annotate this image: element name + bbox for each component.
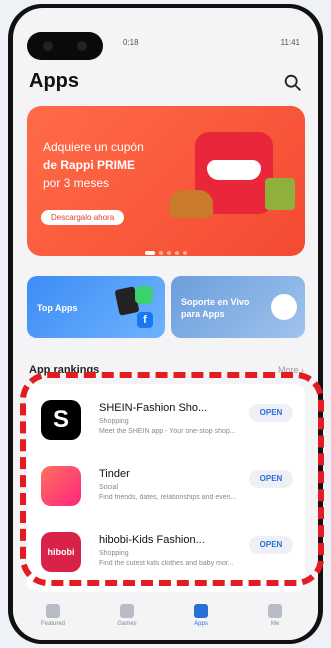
tab-apps[interactable]: Apps: [171, 604, 231, 627]
search-icon[interactable]: [282, 72, 304, 94]
tab-label: Apps: [194, 621, 208, 627]
promo-banner[interactable]: Adquiere un cupón de Rappi PRIME por 3 m…: [27, 106, 305, 256]
tab-label: Featured: [40, 621, 65, 627]
bottom-tab-bar: Featured Games Apps Me: [13, 600, 318, 640]
top-apps-card[interactable]: Top Apps f: [27, 276, 165, 338]
top-apps-label: Top Apps: [37, 303, 78, 313]
games-icon: [120, 604, 134, 618]
tab-featured[interactable]: Featured: [23, 604, 83, 627]
status-left: 0:18: [123, 38, 139, 47]
featured-icon: [46, 604, 60, 618]
basket-illustration: [265, 178, 295, 210]
burger-illustration: [169, 190, 213, 218]
support-card[interactable]: Soporte en Vivo para Apps: [171, 276, 305, 338]
chat-icon: [135, 286, 153, 304]
tab-me[interactable]: Me: [245, 604, 305, 627]
tab-games[interactable]: Games: [97, 604, 157, 627]
page-title: Apps: [29, 70, 79, 92]
camera-cutout: [27, 32, 103, 60]
banner-line2: de Rappi PRIME: [43, 158, 136, 172]
tab-label: Me: [270, 621, 280, 627]
me-icon: [268, 604, 282, 618]
mustache-illustration: [207, 160, 261, 180]
facebook-icon: f: [137, 312, 153, 328]
highlight-dashed-border: [20, 372, 324, 586]
support-icon: [271, 294, 297, 320]
status-right: 11:41: [280, 38, 300, 47]
banner-cta-button[interactable]: Descargalo ahora: [41, 210, 125, 225]
apps-icon: [194, 604, 208, 618]
support-label: Soporte en Vivo para Apps: [181, 297, 250, 319]
banner-line1: Adquiere un cupón: [43, 140, 144, 154]
tab-label: Games: [117, 621, 137, 627]
banner-line3: por 3 meses: [43, 176, 110, 190]
carousel-dots: [27, 242, 305, 256]
